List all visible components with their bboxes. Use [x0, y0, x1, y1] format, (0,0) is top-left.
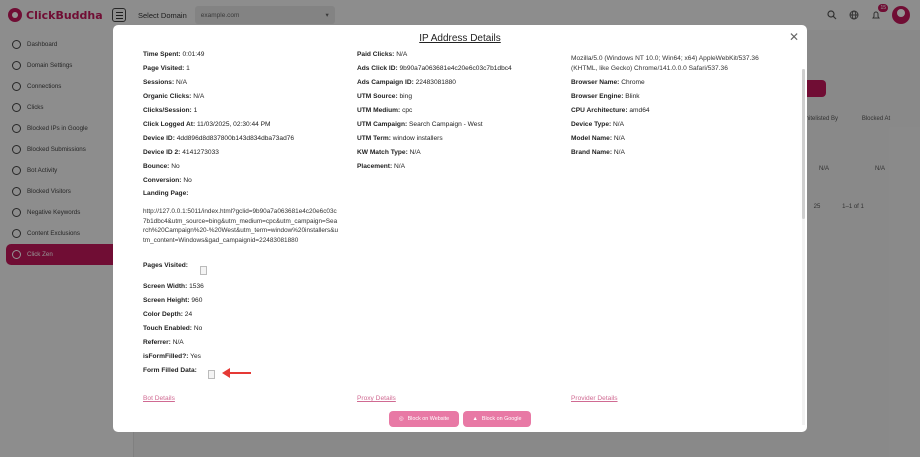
block-on-website-button[interactable]: ◎ Block on Website	[389, 411, 459, 427]
detail-model-name: Model Name: N/A	[571, 135, 625, 142]
user-agent-string: Mozilla/5.0 (Windows NT 10.0; Win64; x64…	[571, 55, 759, 72]
detail-utm-medium: UTM Medium: cpc	[357, 107, 413, 114]
detail-click-logged: Click Logged At: 11/03/2025, 02:30:44 PM	[143, 121, 271, 128]
detail-bounce: Bounce: No	[143, 163, 180, 170]
detail-clicks-session: Clicks/Session: 1	[143, 107, 198, 114]
document-icon[interactable]	[208, 370, 215, 379]
detail-utm-source: UTM Source: bing	[357, 93, 412, 100]
detail-form-filled-data: Form Filled Data:	[143, 367, 197, 374]
google-ads-icon: ▲	[472, 416, 478, 422]
globe-icon: ◎	[398, 416, 404, 422]
detail-placement: Placement: N/A	[357, 163, 406, 170]
detail-utm-term: UTM Term: window installers	[357, 135, 443, 142]
detail-paid-clicks: Paid Clicks: N/A	[357, 51, 408, 58]
detail-color-depth: Color Depth: 24	[143, 311, 193, 318]
detail-screen-height: Screen Height: 960	[143, 297, 203, 304]
detail-ads-click-id: Ads Click ID: 9b90a7a063681e4c20e6c03c7b…	[357, 65, 512, 72]
document-icon[interactable]	[200, 266, 207, 275]
detail-browser-engine: Browser Engine: Blink	[571, 93, 640, 100]
detail-screen-width: Screen Width: 1536	[143, 283, 204, 290]
detail-time-spent: Time Spent: 0:01:49	[143, 51, 205, 58]
detail-ads-campaign-id: Ads Campaign ID: 22483081880	[357, 79, 456, 86]
detail-landing-page-label: Landing Page:	[143, 190, 189, 197]
detail-organic-clicks: Organic Clicks: N/A	[143, 93, 205, 100]
detail-page-visited: Page Visited: 1	[143, 65, 190, 72]
ip-details-modal: IP Address Details ✕ Time Spent: 0:01:49…	[113, 25, 807, 432]
detail-pages-visited: Pages Visited:	[143, 262, 188, 269]
detail-utm-campaign: UTM Campaign: Search Campaign - West	[357, 121, 483, 128]
detail-device-type: Device Type: N/A	[571, 121, 625, 128]
block-on-google-button[interactable]: ▲ Block on Google	[463, 411, 531, 427]
landing-page-url: http://127.0.0.1:5011/index.html?gclid=9…	[143, 208, 339, 244]
detail-device-id-2: Device ID 2: 4141273033	[143, 149, 219, 156]
detail-sessions: Sessions: N/A	[143, 79, 187, 86]
detail-touch-enabled: Touch Enabled: No	[143, 325, 203, 332]
detail-cpu-architecture: CPU Architecture: amd64	[571, 107, 650, 114]
scrollbar-thumb[interactable]	[802, 69, 805, 219]
close-icon[interactable]: ✕	[789, 31, 799, 43]
arrow-left-icon	[222, 368, 251, 378]
detail-referrer: Referrer: N/A	[143, 339, 184, 346]
detail-is-form-filled: isFormFilled?: Yes	[143, 353, 201, 360]
detail-conversion: Conversion: No	[143, 177, 192, 184]
detail-device-id: Device ID: 4dd896d8d837800b143d834dba73a…	[143, 135, 295, 142]
bot-details-link[interactable]: Bot Details	[143, 395, 175, 402]
detail-kw-match-type: KW Match Type: N/A	[357, 149, 421, 156]
modal-title: IP Address Details	[419, 33, 501, 44]
provider-details-link[interactable]: Provider Details	[571, 395, 618, 402]
detail-browser-name: Browser Name: Chrome	[571, 79, 645, 86]
proxy-details-link[interactable]: Proxy Details	[357, 395, 396, 402]
detail-brand-name: Brand Name: N/A	[571, 149, 625, 156]
button-label: Block on Google	[481, 416, 522, 422]
button-label: Block on Website	[407, 416, 450, 422]
